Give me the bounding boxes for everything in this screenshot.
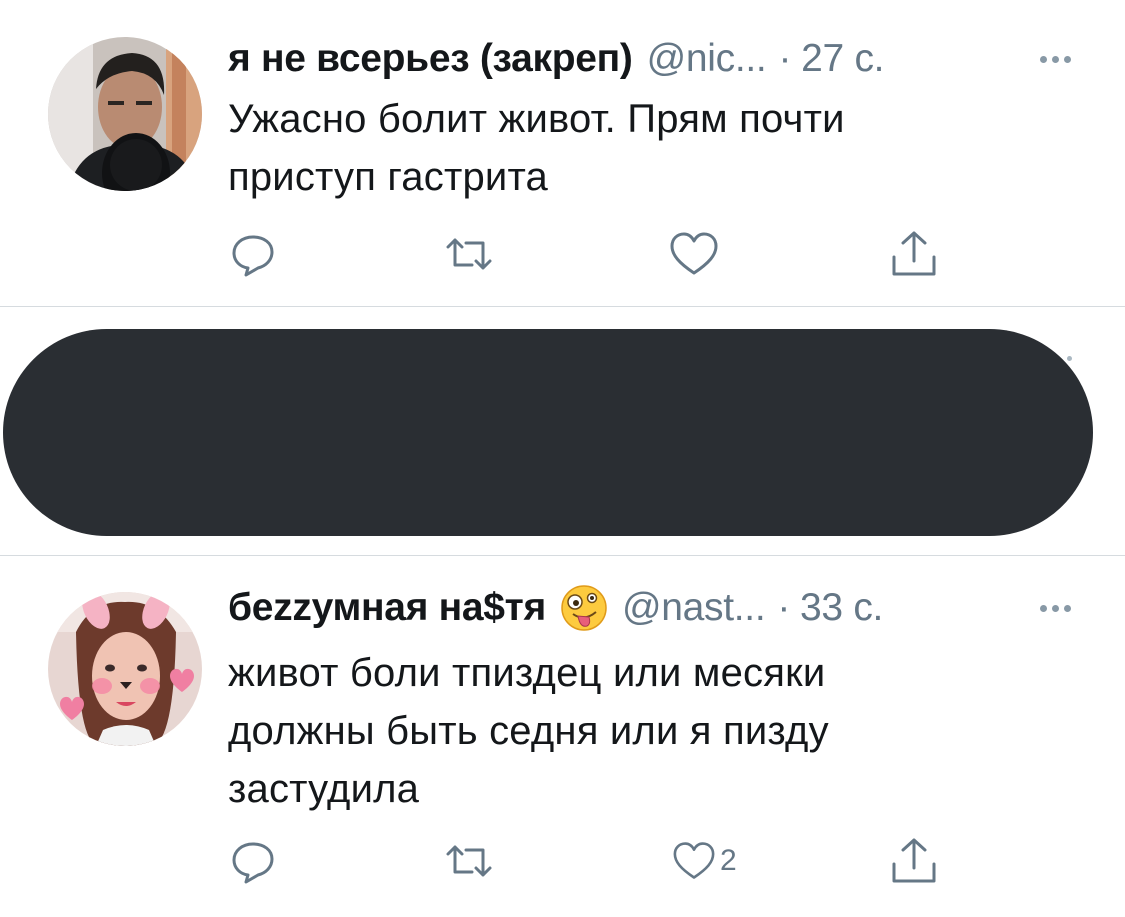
tweet-2[interactable]: беzzумная на$тя @nast... · 33 с. живот б… <box>0 556 1125 917</box>
retweet-button[interactable] <box>444 836 494 886</box>
retweet-icon <box>446 238 492 270</box>
tweet-header: я не всерьез (закреп) @nic... · 27 с. <box>228 34 1085 84</box>
share-icon <box>892 838 936 883</box>
separator: · <box>777 586 791 629</box>
timestamp[interactable]: 27 с. <box>801 37 884 81</box>
redacted-tweet-overlay <box>3 329 1093 536</box>
tweet-text-line: Ужасно болит живот. Прям почти <box>228 97 845 141</box>
reply-icon <box>232 842 274 884</box>
heart-icon <box>673 842 715 879</box>
tweet-text-line: должны быть седня или я пизду <box>228 709 829 753</box>
tweet-text-line: застудила <box>228 767 420 811</box>
share-button[interactable] <box>889 229 939 279</box>
handle[interactable]: @nic... <box>647 37 767 81</box>
avatar[interactable] <box>48 592 202 746</box>
avatar-man-microphone-image <box>48 37 202 191</box>
like-count: 2 <box>720 844 737 877</box>
like-button[interactable]: 2 <box>672 836 737 886</box>
heart-icon <box>670 232 718 275</box>
retweet-icon <box>446 845 492 877</box>
tweet-header: беzzумная на$тя @nast... · 33 с. <box>228 583 1085 633</box>
tweet-1[interactable]: я не всерьез (закреп) @nic... · 27 с. Уж… <box>0 0 1125 306</box>
handle[interactable]: @nast... <box>622 586 766 630</box>
like-button[interactable] <box>669 229 719 279</box>
action-bar <box>0 229 1125 279</box>
tweet-text: живот боли тпиздец или месяки должны быт… <box>228 644 1065 818</box>
tweet-text-line: живот боли тпиздец или месяки <box>228 651 826 695</box>
reply-icon <box>232 235 274 277</box>
avatar[interactable] <box>48 37 202 191</box>
display-name[interactable]: беzzумная на$тя <box>228 586 546 630</box>
share-button[interactable] <box>889 836 939 886</box>
more-icon[interactable] <box>1040 34 1071 84</box>
reply-button[interactable] <box>230 229 276 279</box>
share-icon <box>892 231 936 276</box>
tweet-text-line: приступ гастрита <box>228 155 548 199</box>
reply-button[interactable] <box>230 836 276 886</box>
separator: · <box>778 37 792 80</box>
zany-face-emoji-icon <box>561 585 607 631</box>
timestamp[interactable]: 33 с. <box>800 586 883 630</box>
more-icon-partial <box>1067 356 1072 361</box>
divider <box>0 306 1125 307</box>
retweet-button[interactable] <box>444 229 494 279</box>
tweet-text: Ужасно болит живот. Прям почти приступ г… <box>228 90 1065 206</box>
avatar-girl-bunny-filter-image <box>48 592 202 746</box>
more-icon[interactable] <box>1040 583 1071 633</box>
display-name[interactable]: я не всерьез (закреп) <box>228 37 633 81</box>
action-bar: 2 <box>0 836 1125 886</box>
